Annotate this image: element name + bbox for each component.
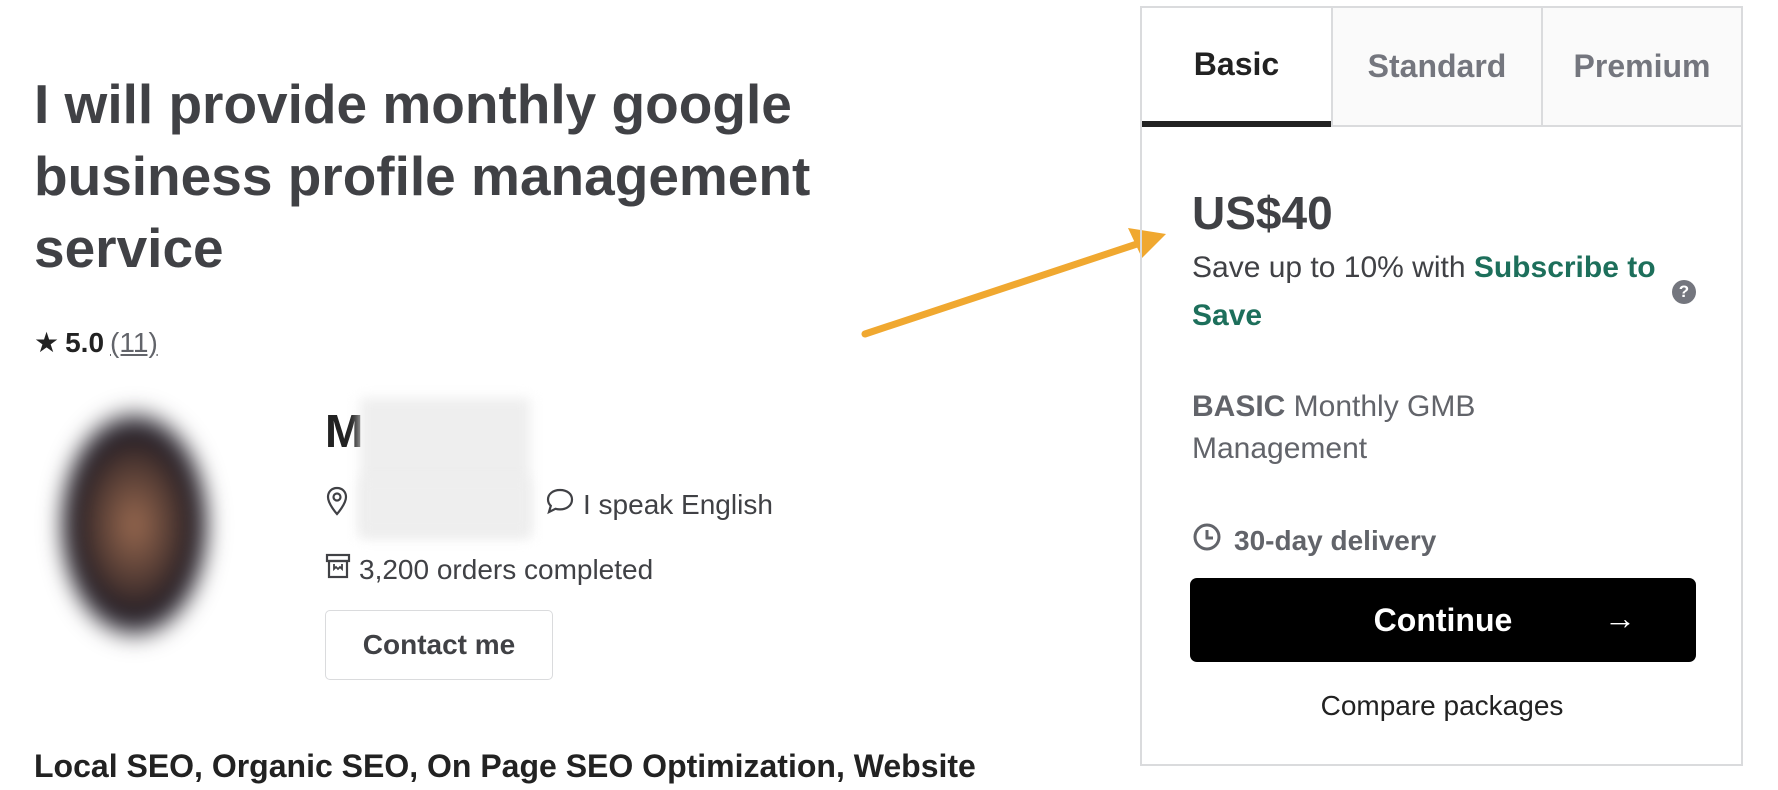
continue-label: Continue [1373, 601, 1513, 638]
continue-button[interactable]: Continue → [1190, 578, 1696, 662]
orders-completed: 3,200 orders completed [325, 552, 653, 587]
package-tabs: Basic Standard Premium [1142, 8, 1741, 127]
arrow-right-icon: → [1604, 600, 1636, 636]
seller-name[interactable]: M [325, 404, 363, 458]
tab-premium[interactable]: Premium [1541, 8, 1741, 125]
package-price: US$40 [1192, 187, 1333, 239]
gig-skills: Local SEO, Organic SEO, On Page SEO Opti… [34, 748, 976, 784]
delivery-time: 30-day delivery [1192, 522, 1436, 559]
review-count-link[interactable]: (11) [110, 327, 158, 359]
star-icon: ★ [34, 327, 60, 358]
seller-avatar[interactable] [28, 382, 294, 667]
help-icon[interactable]: ? [1672, 280, 1696, 304]
subscribe-save-text: Save up to 10% with Subscribe to Save [1192, 244, 1672, 340]
pricing-panel: Basic Standard Premium US$40 Save up to … [1140, 6, 1743, 766]
save-text: Save up to 10% with [1192, 251, 1474, 284]
tab-basic[interactable]: Basic [1142, 8, 1331, 127]
language: I speak English [583, 488, 773, 520]
tab-standard[interactable]: Standard [1331, 8, 1541, 125]
package-name: BASIC [1192, 390, 1286, 423]
compare-packages-link[interactable]: Compare packages [1142, 690, 1742, 722]
contact-me-button[interactable]: Contact me [325, 610, 553, 680]
rating-score: 5.0 [65, 326, 105, 358]
redacted-location [360, 478, 530, 534]
location-pin-icon [325, 486, 349, 523]
clock-icon [1192, 522, 1222, 559]
orders-text: 3,200 orders completed [359, 553, 654, 585]
gig-title: I will provide monthly google business p… [34, 73, 811, 279]
box-icon [325, 552, 351, 587]
rating: ★ 5.0 (11) [34, 326, 158, 359]
seller-name-initial: M [325, 405, 364, 457]
package-description: BASIC Monthly GMB Management [1192, 386, 1612, 470]
speech-bubble-icon [545, 487, 575, 522]
delivery-text: 30-day delivery [1234, 524, 1437, 556]
